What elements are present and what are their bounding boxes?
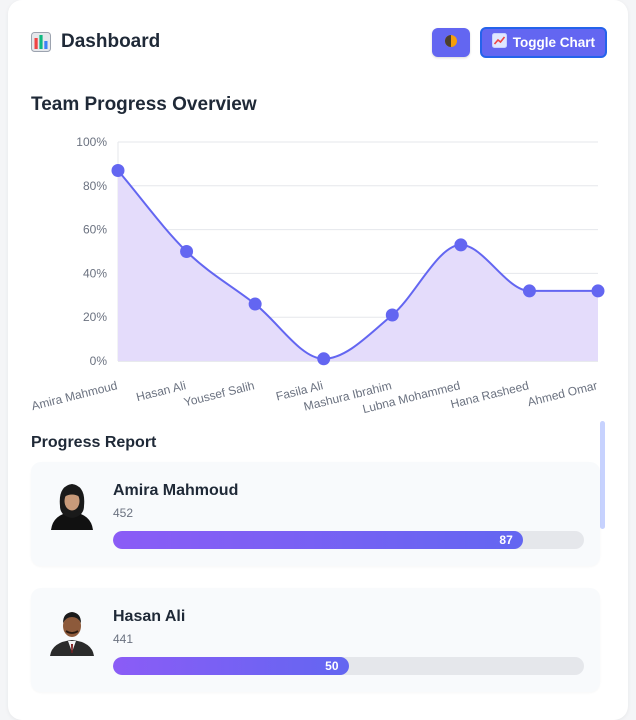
y-tick-label: 100%: [76, 135, 107, 149]
y-tick-label: 0%: [90, 354, 108, 368]
progress-fill: 50: [113, 657, 349, 675]
progress-label: 50: [325, 659, 339, 673]
header: Dashboard Toggle Chart: [31, 26, 607, 58]
data-point: [454, 238, 468, 252]
progress-report-title: Progress Report: [31, 434, 157, 451]
member-name: Hasan Ali: [113, 608, 186, 625]
y-tick-label: 40%: [83, 266, 107, 280]
x-tick-label: Amira Mahmoud: [30, 378, 119, 413]
member-score: 441: [113, 632, 134, 646]
bar-chart-icon: [31, 32, 51, 52]
data-point: [111, 163, 125, 177]
progress-fill: 87: [113, 531, 523, 549]
progress-bar: 50: [113, 657, 584, 675]
avatar: [49, 480, 95, 530]
progress-bar: 87: [113, 531, 584, 549]
member-name: Amira Mahmoud: [113, 482, 239, 499]
y-tick-label: 60%: [83, 223, 107, 237]
contrast-icon: [444, 34, 458, 51]
y-tick-label: 80%: [83, 179, 107, 193]
x-tick-label: Hasan Ali: [135, 378, 188, 404]
data-point: [180, 245, 194, 258]
data-point: [591, 284, 605, 298]
theme-toggle-button[interactable]: [431, 27, 470, 57]
list-item: Hasan Ali 441 50: [31, 588, 600, 692]
progress-label: 87: [499, 533, 513, 547]
data-point: [317, 352, 331, 366]
area-fill: [118, 170, 598, 361]
header-actions: Toggle Chart: [431, 26, 607, 58]
brand: Dashboard: [31, 31, 160, 53]
member-score: 452: [113, 506, 134, 520]
chart-title: Team Progress Overview: [31, 94, 257, 115]
progress-chart: 0% 20% 40% 60% 80% 100% Amira Mahmoud Hasan Ali…: [30, 135, 605, 416]
data-point: [385, 308, 399, 322]
avatar: [49, 606, 95, 656]
scrollbar[interactable]: [600, 421, 605, 529]
y-tick-label: 20%: [83, 310, 107, 324]
page-title: Dashboard: [61, 31, 161, 52]
toggle-chart-label: Toggle Chart: [512, 34, 595, 50]
x-tick-label: Youssef Salih: [182, 378, 256, 409]
list-item: Amira Mahmoud 452 87: [31, 462, 600, 566]
dashboard-card: Dashboard Toggle Chart Team Progress Ove…: [8, 0, 628, 720]
data-point: [522, 284, 536, 298]
x-tick-label: Hana Rasheed: [449, 378, 530, 411]
toggle-chart-button[interactable]: Toggle Chart: [479, 26, 607, 58]
x-tick-label: Ahmed Omar: [526, 378, 599, 409]
data-point: [248, 297, 262, 311]
line-chart-icon: [491, 33, 507, 51]
